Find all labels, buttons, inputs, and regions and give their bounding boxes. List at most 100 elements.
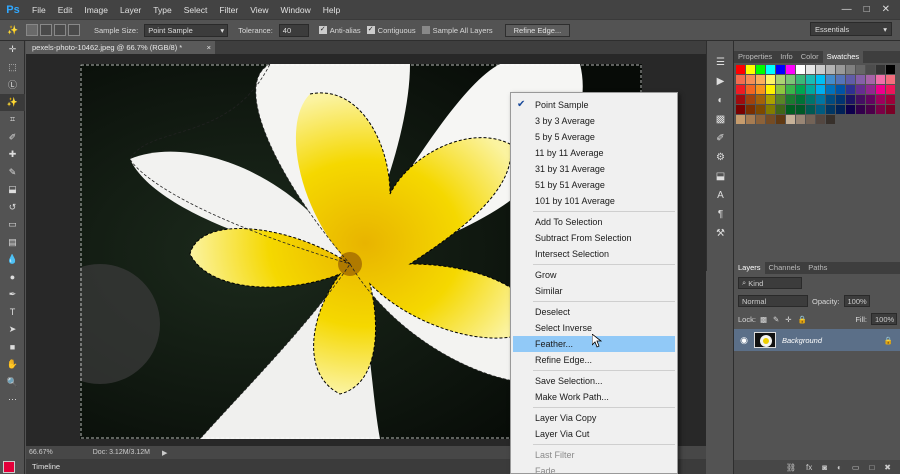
color-swatch[interactable] (776, 105, 785, 114)
color-swatch[interactable] (776, 65, 785, 74)
crop-tool-icon[interactable]: ⌗ (0, 111, 25, 129)
color-swatch[interactable] (826, 115, 835, 124)
color-swatch[interactable] (836, 65, 845, 74)
color-swatch[interactable] (826, 105, 835, 114)
color-swatch[interactable] (746, 95, 755, 104)
menu-help[interactable]: Help (317, 5, 346, 15)
pen-tool-icon[interactable]: ✒ (0, 286, 25, 304)
context-menu-item-subtract-from-selection[interactable]: Subtract From Selection (511, 230, 677, 246)
context-menu-item-11-by-11-average[interactable]: 11 by 11 Average (511, 145, 677, 161)
menu-window[interactable]: Window (274, 5, 316, 15)
color-swatch[interactable] (826, 75, 835, 84)
color-swatch[interactable] (886, 85, 895, 94)
context-menu-item-5-by-5-average[interactable]: 5 by 5 Average (511, 129, 677, 145)
color-swatch[interactable] (816, 85, 825, 94)
adjustment-layer-icon[interactable]: ◐ (837, 463, 842, 472)
color-swatch[interactable] (746, 75, 755, 84)
color-swatch[interactable] (846, 65, 855, 74)
marquee-tool-icon[interactable]: ⬚ (0, 59, 25, 77)
layer-row-background[interactable]: ◉ Background 🔒 (734, 329, 900, 351)
color-swatch[interactable] (746, 85, 755, 94)
color-swatch[interactable] (756, 85, 765, 94)
tab-swatches[interactable]: Swatches (822, 51, 864, 63)
context-menu-item-refine-edge[interactable]: Refine Edge... (511, 352, 677, 368)
color-swatch[interactable] (746, 115, 755, 124)
color-swatch[interactable] (866, 95, 875, 104)
fx-icon[interactable]: fx (806, 463, 812, 472)
tab-color[interactable]: Color (797, 51, 823, 63)
color-swatch[interactable] (816, 115, 825, 124)
color-swatch[interactable] (856, 75, 865, 84)
color-swatch[interactable] (846, 95, 855, 104)
color-swatch[interactable] (886, 65, 895, 74)
new-group-icon[interactable]: ▭ (852, 463, 860, 472)
blur-tool-icon[interactable]: 💧 (0, 251, 25, 269)
restore-icon[interactable]: □ (864, 4, 870, 15)
anti-alias-checkbox[interactable]: ✓ Anti-alias (318, 26, 361, 35)
tab-info[interactable]: Info (776, 51, 797, 63)
add-to-selection-button[interactable] (40, 24, 52, 36)
menu-file[interactable]: File (26, 5, 52, 15)
color-swatch[interactable] (866, 105, 875, 114)
color-swatch[interactable] (876, 65, 885, 74)
clone-source-icon[interactable]: ⬓ (707, 167, 734, 186)
shape-tool-icon[interactable]: ■ (0, 339, 25, 357)
color-swatch[interactable] (776, 115, 785, 124)
character-panel-icon[interactable]: A (707, 186, 734, 205)
tab-properties[interactable]: Properties (734, 51, 776, 63)
color-swatch[interactable] (786, 65, 795, 74)
context-menu-item-31-by-31-average[interactable]: 31 by 31 Average (511, 161, 677, 177)
context-menu-item-deselect[interactable]: Deselect (511, 304, 677, 320)
refine-edge-button[interactable]: Refine Edge... (504, 23, 571, 37)
menu-edit[interactable]: Edit (52, 5, 79, 15)
color-swatch[interactable] (886, 95, 895, 104)
dodge-tool-icon[interactable]: ● (0, 269, 25, 287)
context-menu-item-add-to-selection[interactable]: Add To Selection (511, 214, 677, 230)
color-swatch[interactable] (736, 115, 745, 124)
color-swatch[interactable] (736, 105, 745, 114)
add-mask-icon[interactable]: ◙ (822, 463, 827, 472)
link-layers-icon[interactable]: ⛓ (786, 463, 796, 472)
menu-select[interactable]: Select (178, 5, 214, 15)
color-swatch[interactable] (756, 105, 765, 114)
color-swatch[interactable] (876, 75, 885, 84)
zoom-level[interactable]: 66.67% (29, 449, 53, 456)
color-swatch[interactable] (746, 105, 755, 114)
color-swatch[interactable] (886, 75, 895, 84)
color-swatch[interactable] (766, 75, 775, 84)
color-swatch[interactable] (776, 95, 785, 104)
path-selection-tool-icon[interactable]: ➤ (0, 321, 25, 339)
color-swatch[interactable] (786, 95, 795, 104)
color-swatch[interactable] (756, 95, 765, 104)
color-swatch[interactable] (736, 75, 745, 84)
delete-layer-icon[interactable]: ✖ (884, 463, 891, 472)
color-swatch[interactable] (836, 75, 845, 84)
color-swatch[interactable] (806, 65, 815, 74)
color-swatch[interactable] (836, 85, 845, 94)
zoom-tool-icon[interactable]: 🔍 (0, 374, 25, 392)
color-swatch[interactable] (786, 75, 795, 84)
color-swatch[interactable] (786, 115, 795, 124)
history-brush-tool-icon[interactable]: ↺ (0, 199, 25, 217)
color-swatch[interactable] (826, 95, 835, 104)
fill-input[interactable]: 100% (871, 313, 897, 325)
color-swatch[interactable] (856, 95, 865, 104)
color-swatch[interactable] (876, 85, 885, 94)
eyedropper-tool-icon[interactable]: ✐ (0, 129, 25, 147)
brush-panel-icon[interactable]: ✐ (707, 129, 734, 148)
color-swatch[interactable] (836, 105, 845, 114)
context-menu-item-point-sample[interactable]: ✔ Point Sample (511, 97, 677, 113)
color-swatch[interactable] (796, 105, 805, 114)
context-menu-item-3-by-3-average[interactable]: 3 by 3 Average (511, 113, 677, 129)
color-swatch[interactable] (856, 85, 865, 94)
sample-all-layers-checkbox[interactable]: Sample All Layers (421, 26, 493, 35)
context-menu-item-101-by-101-average[interactable]: 101 by 101 Average (511, 193, 677, 209)
new-selection-button[interactable] (26, 24, 38, 36)
tab-channels[interactable]: Channels (765, 262, 805, 274)
context-menu-item-51-by-51-average[interactable]: 51 by 51 Average (511, 177, 677, 193)
lock-icons[interactable]: ▩✎✛🔒 (760, 315, 813, 324)
eraser-tool-icon[interactable]: ▭ (0, 216, 25, 234)
color-swatch[interactable] (876, 95, 885, 104)
color-swatch[interactable] (746, 65, 755, 74)
color-swatch[interactable] (766, 105, 775, 114)
